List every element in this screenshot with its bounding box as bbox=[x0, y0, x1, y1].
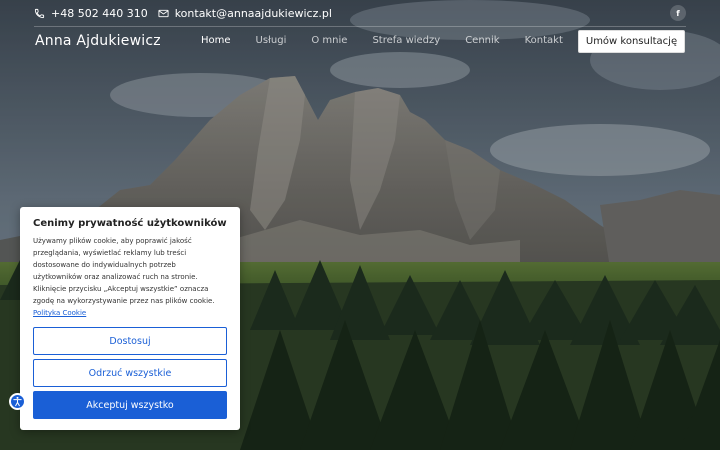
email-contact[interactable]: kontakt@annaajdukiewicz.pl bbox=[158, 7, 332, 20]
nav-item-strefa-wiedzy[interactable]: Strefa wiedzy bbox=[372, 35, 440, 47]
top-contact-bar: +48 502 440 310 kontakt@annaajdukiewicz.… bbox=[34, 0, 686, 26]
accessibility-figure-icon bbox=[13, 396, 22, 407]
facebook-glyph: f bbox=[676, 8, 680, 18]
cookie-body-text: Używamy plików cookie, aby poprawić jako… bbox=[33, 237, 215, 305]
brand-logo-text[interactable]: Anna Ajdukiewicz bbox=[35, 32, 161, 50]
cookie-description: Używamy plików cookie, aby poprawić jako… bbox=[33, 235, 227, 319]
customize-button[interactable]: Dostosuj bbox=[33, 327, 227, 355]
cookie-consent-dialog: Cenimy prywatność użytkowników Używamy p… bbox=[20, 207, 240, 430]
envelope-icon bbox=[158, 9, 169, 17]
accept-all-button[interactable]: Akceptuj wszystko bbox=[33, 391, 227, 419]
accessibility-icon[interactable] bbox=[9, 393, 26, 410]
nav-item-o-mnie[interactable]: O mnie bbox=[311, 35, 347, 47]
header-divider bbox=[34, 26, 686, 27]
phone-icon bbox=[34, 8, 45, 18]
email-address: kontakt@annaajdukiewicz.pl bbox=[174, 6, 332, 20]
reject-all-button[interactable]: Odrzuć wszystkie bbox=[33, 359, 227, 387]
book-consultation-button[interactable]: Umów konsultację bbox=[578, 30, 685, 53]
main-nav: Home Usługi O mnie Strefa wiedzy Cennik … bbox=[201, 35, 588, 47]
cookie-policy-link[interactable]: Polityka Cookie bbox=[33, 309, 86, 317]
nav-item-kontakt[interactable]: Kontakt bbox=[525, 35, 563, 47]
nav-item-home[interactable]: Home bbox=[201, 35, 231, 47]
nav-item-uslugi[interactable]: Usługi bbox=[256, 35, 287, 47]
phone-number: +48 502 440 310 bbox=[51, 6, 148, 20]
cookie-title: Cenimy prywatność użytkowników bbox=[33, 218, 227, 229]
nav-item-cennik[interactable]: Cennik bbox=[465, 35, 499, 47]
facebook-icon[interactable]: f bbox=[670, 5, 686, 21]
phone-contact[interactable]: +48 502 440 310 bbox=[34, 7, 148, 20]
